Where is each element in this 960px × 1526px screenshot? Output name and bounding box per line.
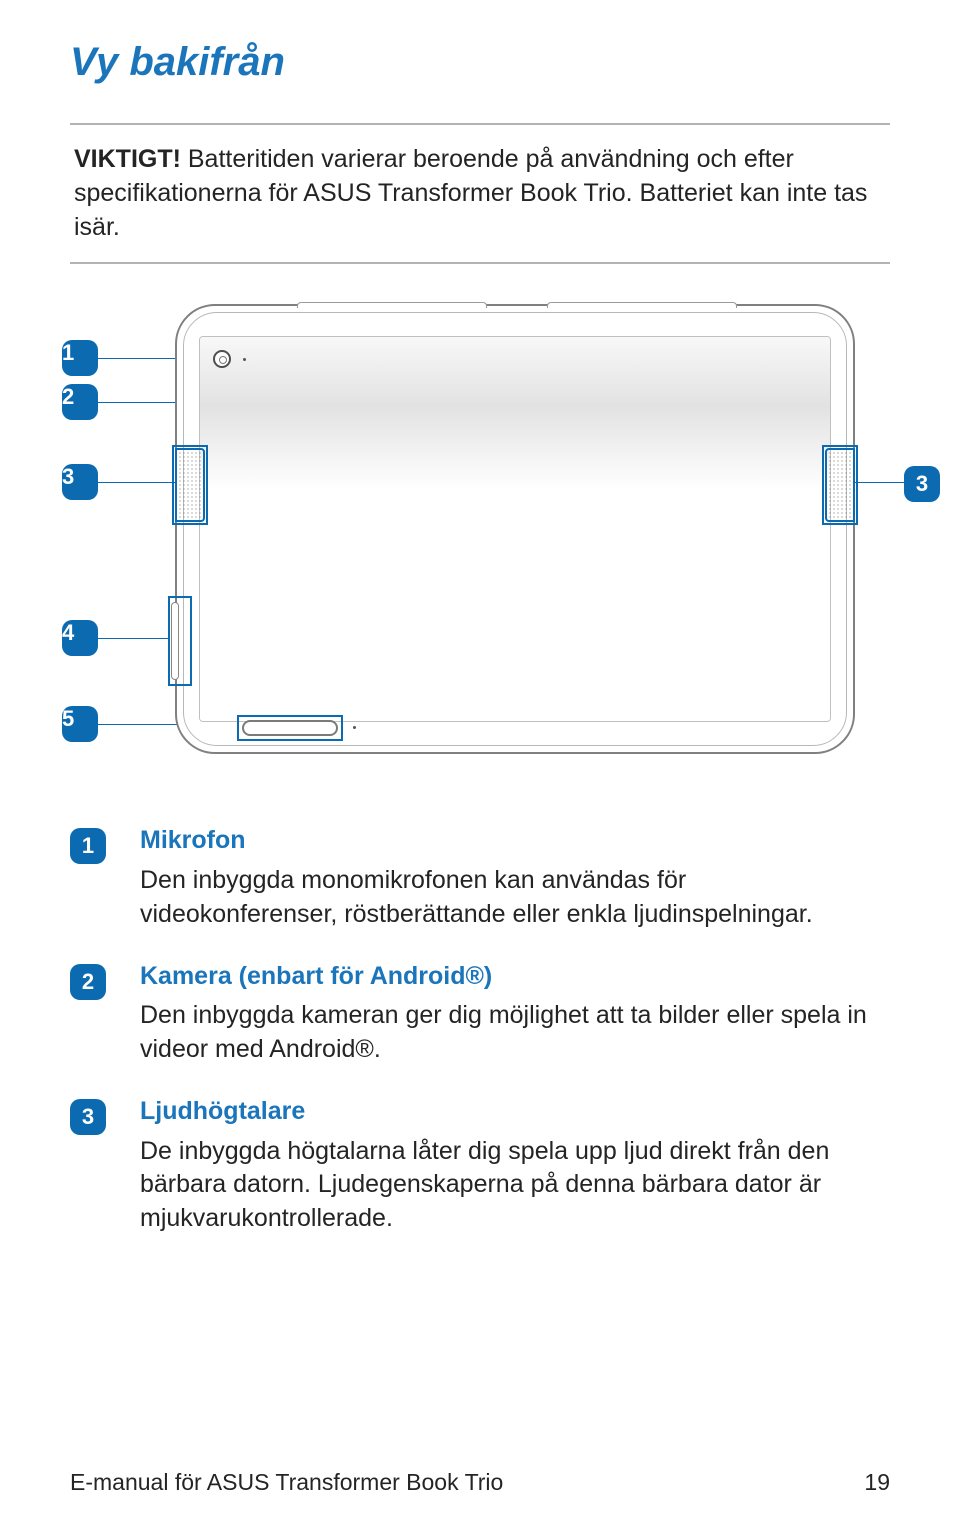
note-label: VIKTIGT! bbox=[74, 145, 181, 173]
page-footer: E-manual för ASUS Transformer Book Trio … bbox=[70, 1469, 890, 1496]
item-title-1: Mikrofon bbox=[140, 824, 890, 858]
callout-2: 2 bbox=[62, 384, 98, 420]
tablet-rear-body bbox=[175, 304, 855, 754]
footer-title: E-manual för ASUS Transformer Book Trio bbox=[70, 1469, 503, 1496]
rear-view-diagram: 1 2 3 4 5 3 bbox=[70, 304, 890, 754]
hinge-tab-right bbox=[547, 302, 737, 308]
item-3: 3 Ljudhögtalare De inbyggda högtalarna l… bbox=[70, 1095, 890, 1236]
item-body-2: Den inbyggda kameran ger dig möjlighet a… bbox=[140, 999, 890, 1067]
item-body-3: De inbyggda högtalarna låter dig spela u… bbox=[140, 1135, 890, 1236]
callout-1: 1 bbox=[62, 340, 98, 376]
callout-3-right: 3 bbox=[904, 466, 940, 502]
note-text: Batteritiden varierar beroende på använd… bbox=[74, 145, 867, 241]
item-1: 1 Mikrofon Den inbyggda monomikrofonen k… bbox=[70, 824, 890, 931]
back-panel bbox=[199, 336, 831, 722]
important-note: VIKTIGT! Batteritiden varierar beroende … bbox=[70, 123, 890, 264]
callout-descriptions: 1 Mikrofon Den inbyggda monomikrofonen k… bbox=[70, 824, 890, 1236]
speaker-right-icon bbox=[825, 448, 855, 522]
dock-slot-highlight bbox=[237, 715, 343, 741]
callout-4: 4 bbox=[62, 620, 98, 656]
item-badge-1: 1 bbox=[70, 828, 106, 864]
hinge-tab-left bbox=[297, 302, 487, 308]
volume-rocker-highlight bbox=[168, 596, 192, 686]
item-badge-2: 2 bbox=[70, 964, 106, 1000]
item-title-2: Kamera (enbart för Android®) bbox=[140, 960, 890, 994]
speaker-left-icon bbox=[175, 448, 205, 522]
page-title: Vy bakifrån bbox=[70, 40, 890, 85]
item-title-3: Ljudhögtalare bbox=[140, 1095, 890, 1129]
callout-3-left: 3 bbox=[62, 464, 98, 500]
item-body-1: Den inbyggda monomikrofonen kan användas… bbox=[140, 864, 890, 932]
callout-5: 5 bbox=[62, 706, 98, 742]
item-badge-3: 3 bbox=[70, 1099, 106, 1135]
item-2: 2 Kamera (enbart för Android®) Den inbyg… bbox=[70, 960, 890, 1067]
page-number: 19 bbox=[864, 1469, 890, 1496]
